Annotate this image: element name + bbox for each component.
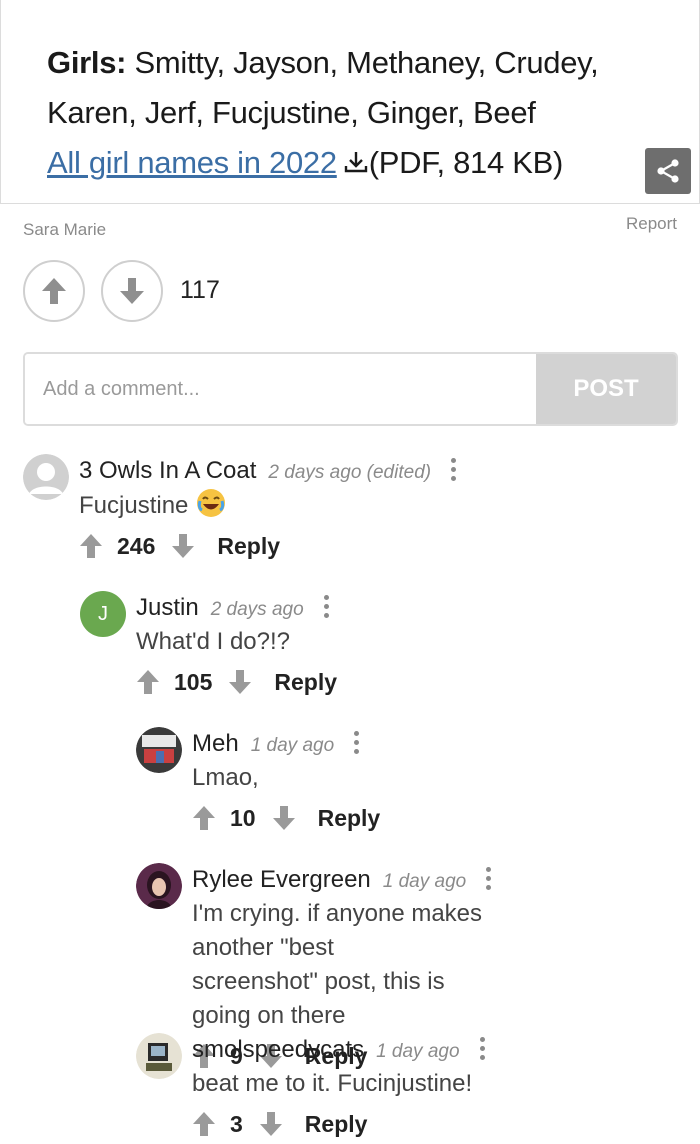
comment-score: 246 bbox=[117, 532, 156, 559]
user-photo-icon bbox=[136, 863, 182, 909]
downvote-icon[interactable] bbox=[259, 1111, 283, 1137]
more-options-icon[interactable] bbox=[479, 1037, 486, 1061]
default-avatar-icon bbox=[23, 454, 69, 500]
card-label: Girls: bbox=[47, 45, 127, 80]
avatar[interactable] bbox=[23, 454, 69, 500]
downvote-button[interactable] bbox=[101, 260, 163, 322]
comment-text-line-2: screenshot" post, this is going on there bbox=[192, 968, 445, 1029]
avatar-letter: J bbox=[98, 602, 108, 625]
more-options-icon[interactable] bbox=[354, 731, 360, 755]
card-text: Girls: Smitty, Jayson, Methaney, Crudey,… bbox=[47, 38, 667, 188]
comment-time: 1 day ago bbox=[250, 735, 335, 756]
upvote-button[interactable] bbox=[23, 260, 85, 322]
more-options-icon[interactable] bbox=[486, 867, 492, 891]
girl-names-link[interactable]: All girl names in 2022 bbox=[47, 145, 337, 180]
avatar[interactable] bbox=[136, 727, 182, 773]
user-photo-icon bbox=[136, 727, 182, 773]
upvote-icon[interactable] bbox=[192, 805, 216, 831]
avatar[interactable]: J bbox=[80, 591, 126, 637]
arrow-up-icon bbox=[42, 278, 66, 304]
comment-text: Lmao, bbox=[192, 764, 259, 791]
more-options-icon[interactable] bbox=[451, 458, 457, 482]
comment-time: 1 day ago bbox=[376, 1041, 460, 1062]
comment-input[interactable] bbox=[25, 354, 536, 424]
card-names: Smitty, Jayson, Methaney, Crudey, Karen,… bbox=[47, 45, 599, 130]
comment-text: I'm crying. if anyone makes another "bes… bbox=[192, 897, 492, 1033]
upvote-icon[interactable] bbox=[136, 669, 160, 695]
comment-time: 2 days ago (edited) bbox=[268, 462, 432, 483]
comment-username[interactable]: smolspeedycats bbox=[192, 1036, 364, 1064]
share-button[interactable] bbox=[645, 148, 691, 194]
reply-button[interactable]: Reply bbox=[305, 1111, 368, 1138]
reply-button[interactable]: Reply bbox=[217, 533, 280, 560]
post-author[interactable]: Sara Marie bbox=[23, 220, 106, 240]
user-photo-icon bbox=[136, 1033, 182, 1079]
comment-text: beat me to it. Fucinjustine! bbox=[192, 1070, 473, 1097]
post-score: 117 bbox=[180, 276, 220, 304]
comment-username[interactable]: 3 Owls In A Coat bbox=[79, 457, 256, 485]
avatar[interactable] bbox=[136, 1033, 182, 1079]
comment-username[interactable]: Meh bbox=[192, 730, 239, 758]
upvote-icon[interactable] bbox=[192, 1111, 216, 1137]
comment-username[interactable]: Justin bbox=[136, 594, 199, 622]
reply-button[interactable]: Reply bbox=[274, 669, 337, 696]
more-options-icon[interactable] bbox=[323, 595, 330, 619]
downvote-icon[interactable] bbox=[228, 669, 252, 695]
share-icon bbox=[657, 159, 679, 183]
comment-text-line-1: I'm crying. if anyone makes another "bes… bbox=[192, 900, 483, 961]
laughing-emoji-icon bbox=[197, 489, 226, 517]
downvote-icon[interactable] bbox=[272, 805, 296, 831]
file-info: (PDF, 814 KB) bbox=[368, 145, 564, 180]
comment-text: Fucjustine bbox=[79, 492, 189, 519]
arrow-down-icon bbox=[120, 278, 144, 304]
comment-form: POST bbox=[23, 352, 678, 426]
reply-button[interactable]: Reply bbox=[318, 805, 381, 832]
comment-score: 105 bbox=[174, 668, 213, 695]
comment-score: 3 bbox=[230, 1110, 243, 1137]
upvote-icon[interactable] bbox=[79, 533, 103, 559]
comment-text: What'd I do?!? bbox=[136, 628, 291, 655]
comment-username[interactable]: Rylee Evergreen bbox=[192, 866, 371, 894]
embedded-image-card: Girls: Smitty, Jayson, Methaney, Crudey,… bbox=[0, 0, 700, 204]
report-link[interactable]: Report bbox=[626, 214, 677, 234]
downvote-icon[interactable] bbox=[171, 533, 195, 559]
comment-time: 1 day ago bbox=[382, 871, 467, 892]
download-icon[interactable] bbox=[343, 149, 369, 175]
comment-time: 2 days ago bbox=[210, 599, 304, 620]
comment-score: 10 bbox=[230, 804, 256, 831]
post-button[interactable]: POST bbox=[536, 354, 676, 424]
avatar[interactable] bbox=[136, 863, 182, 909]
